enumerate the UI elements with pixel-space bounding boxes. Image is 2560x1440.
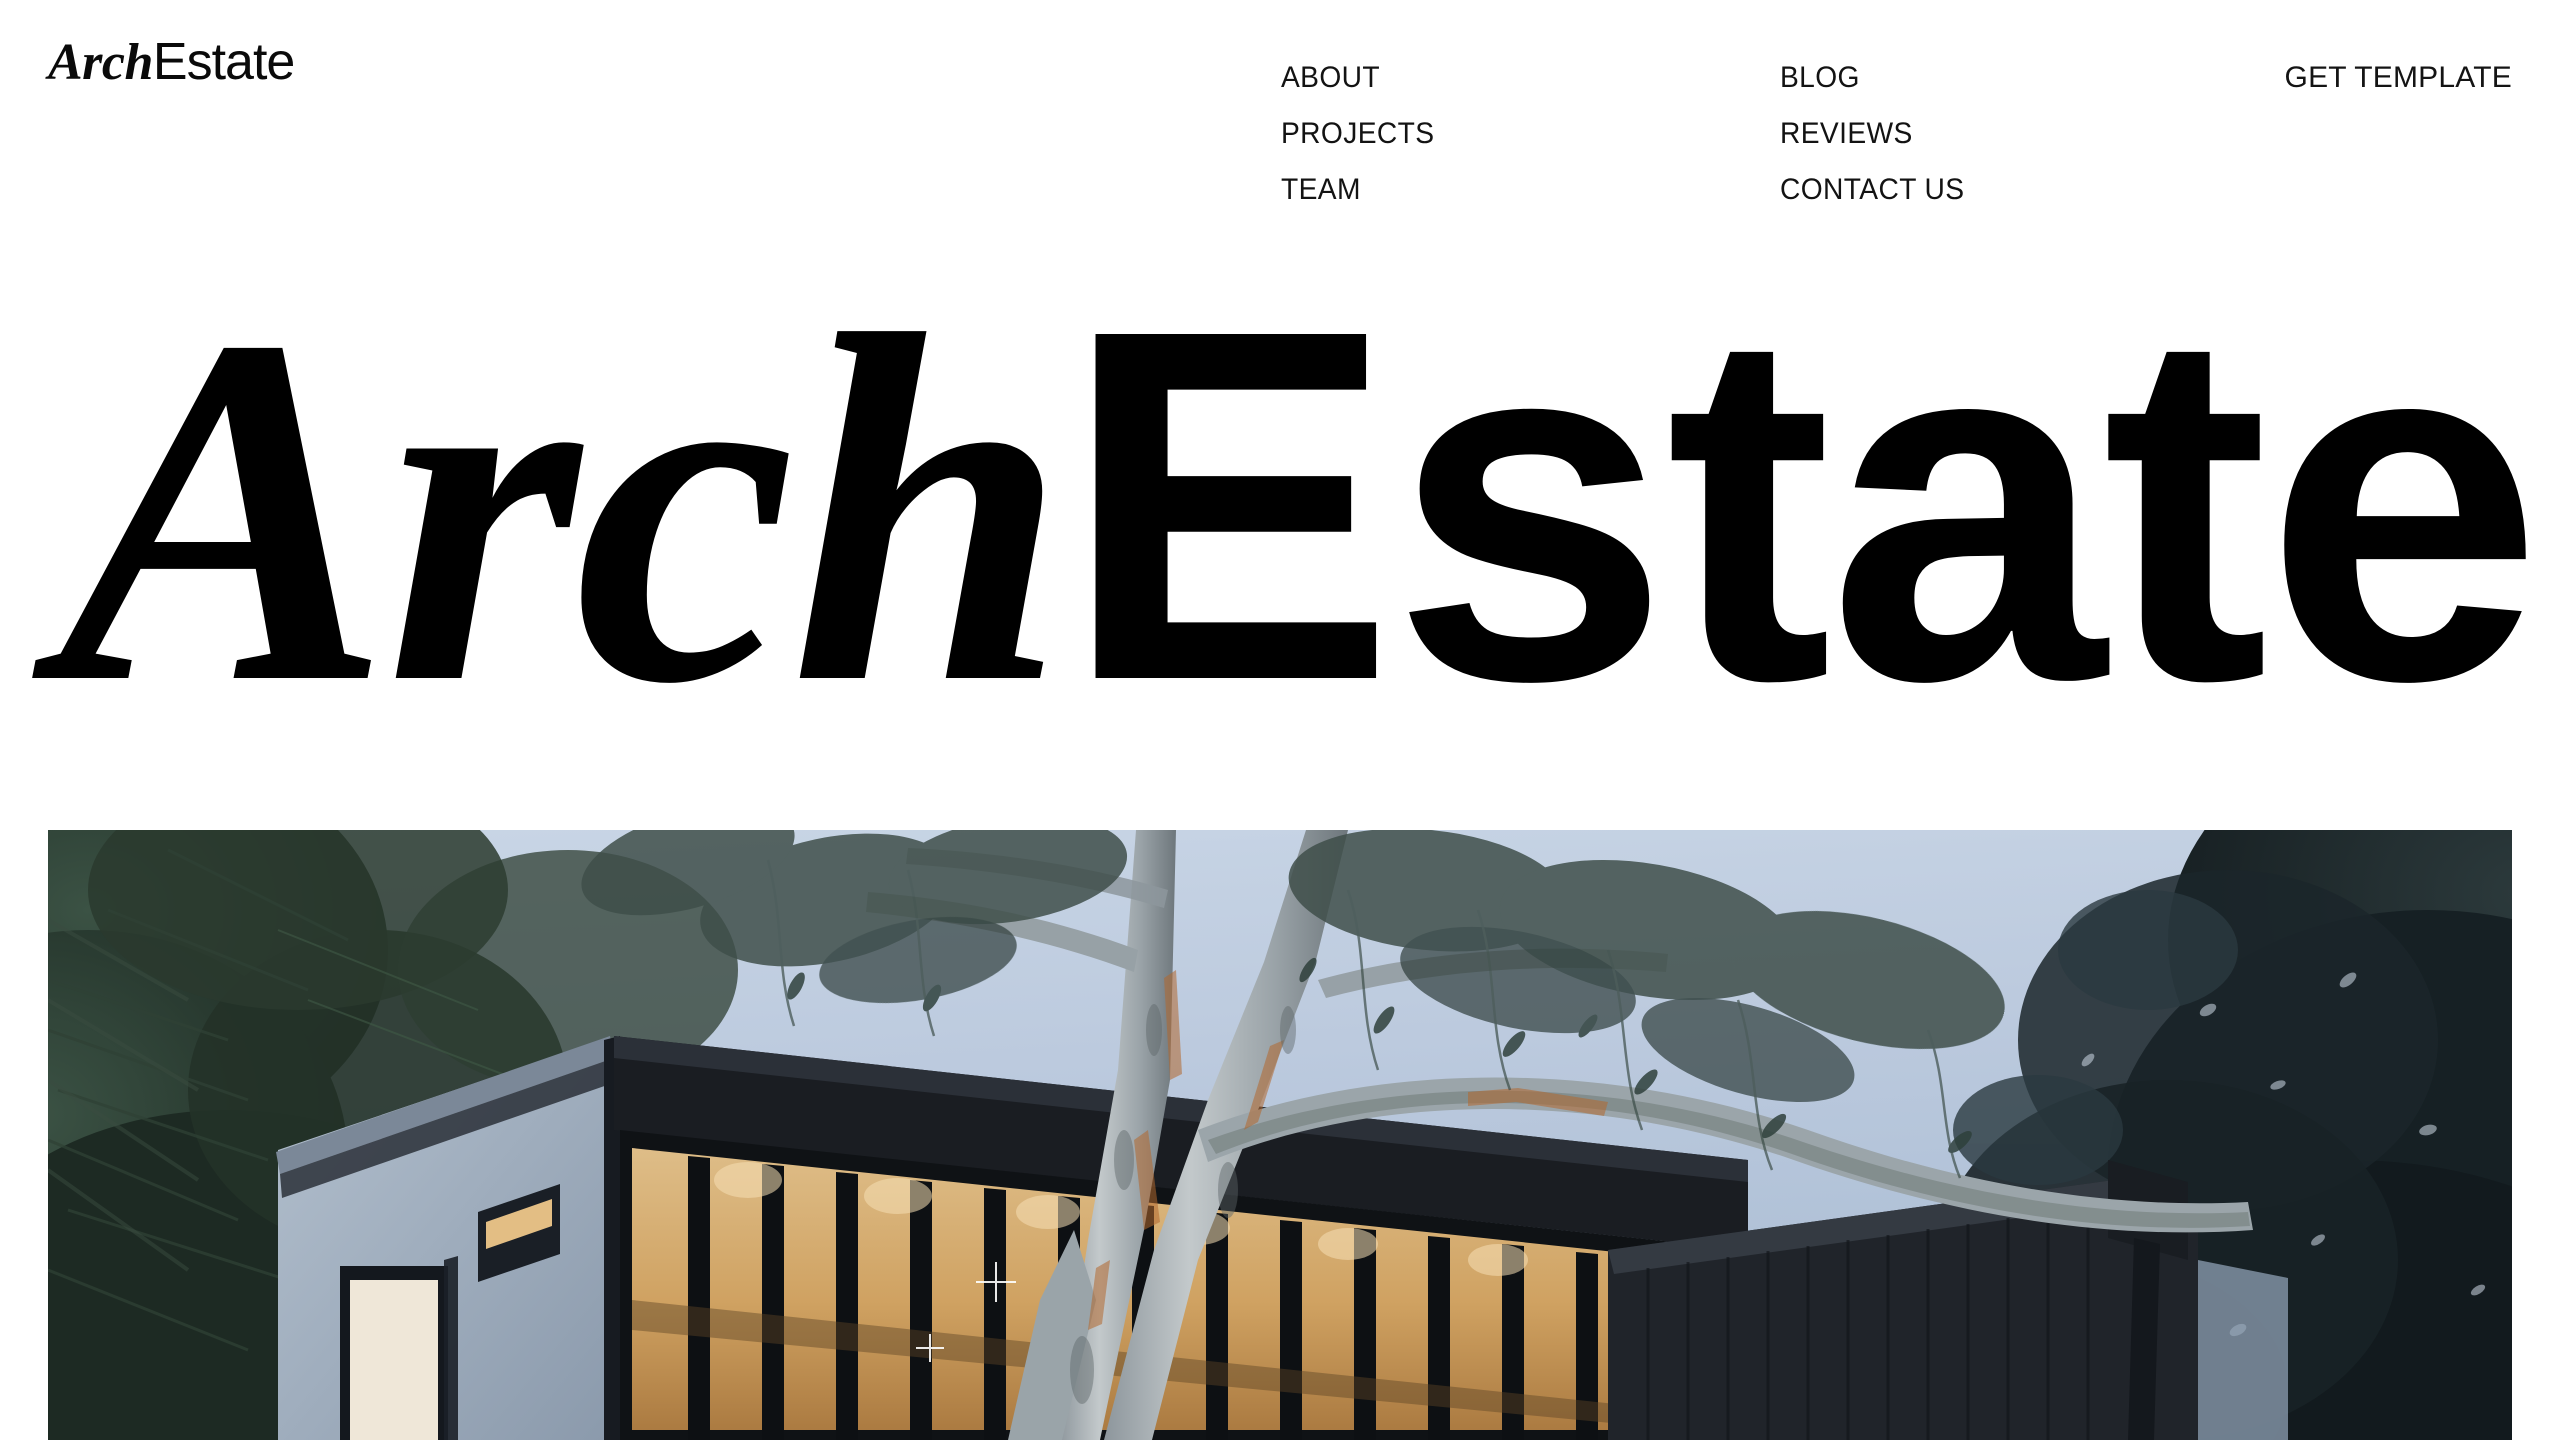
hero-title: ArchEstate <box>0 255 2560 775</box>
nav-link-reviews[interactable]: REVIEWS <box>1780 106 1964 162</box>
nav-link-projects[interactable]: PROJECTS <box>1281 106 1434 162</box>
primary-nav-column-one: ABOUT PROJECTS TEAM <box>1281 50 1444 218</box>
nav-link-about[interactable]: ABOUT <box>1281 50 1434 106</box>
hero-photo-illustration <box>48 830 2512 1440</box>
nav-link-contact-us[interactable]: CONTACT US <box>1780 162 1964 218</box>
get-template-button[interactable]: GET TEMPLATE <box>2285 50 2512 106</box>
logo-text-estate: Estate <box>152 33 295 91</box>
primary-nav-column-two: BLOG REVIEWS CONTACT US <box>1780 50 1976 218</box>
nav-link-team[interactable]: TEAM <box>1281 162 1434 218</box>
hero-title-arch: Arch <box>58 255 1068 775</box>
landing-page: ArchEstate ABOUT PROJECTS TEAM BLOG REVI… <box>0 0 2560 1440</box>
hero-image <box>48 830 2512 1440</box>
hero-title-estate: Estate <box>1062 255 2543 775</box>
site-header: ArchEstate ABOUT PROJECTS TEAM BLOG REVI… <box>0 0 2560 230</box>
logo-text-arch: Arch <box>48 34 153 91</box>
nav-link-blog[interactable]: BLOG <box>1780 50 1964 106</box>
site-logo[interactable]: ArchEstate <box>48 33 295 91</box>
